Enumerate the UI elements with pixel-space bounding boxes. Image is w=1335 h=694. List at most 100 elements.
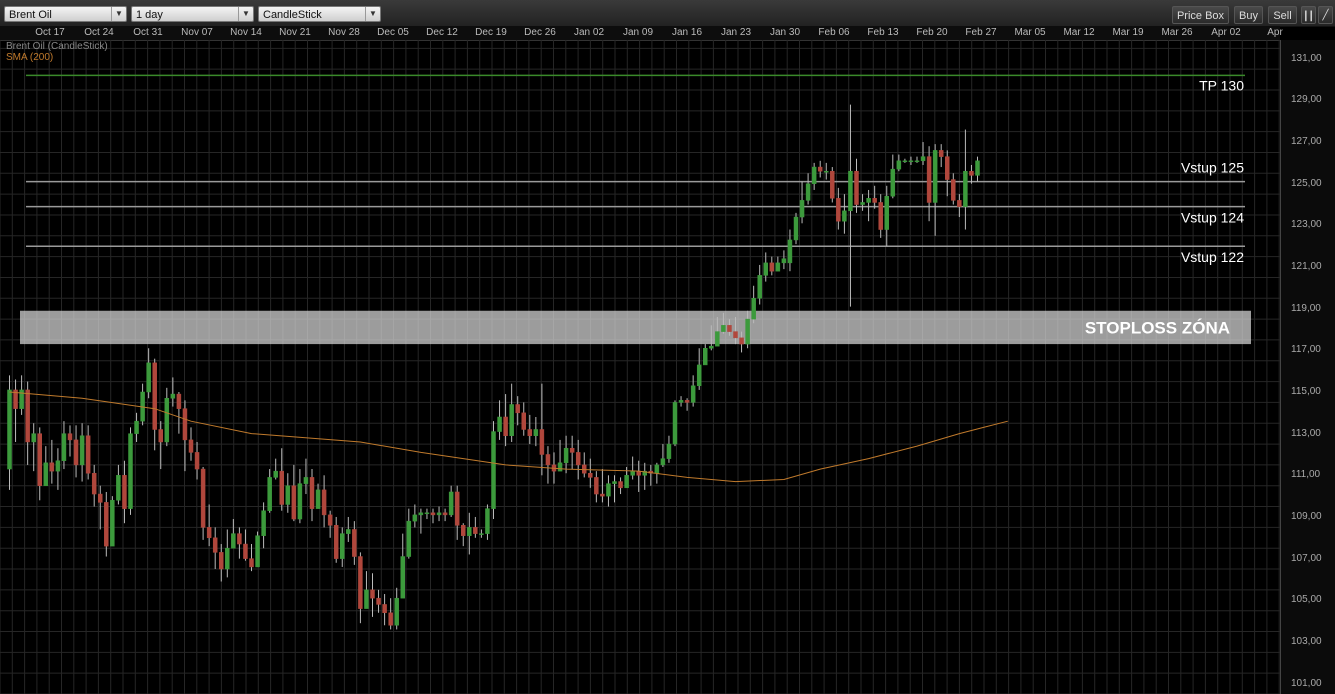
buy-button[interactable]: Buy [1234,6,1263,24]
candle-down [122,475,127,509]
candle-up [751,298,756,320]
candle-down [243,543,248,559]
candle-up [654,464,660,474]
candle-up [110,500,115,547]
entry-label: Vstup 122 [1181,249,1244,265]
candle-down [830,170,835,199]
candle-down [503,416,508,436]
x-tick-label: Oct 24 [84,27,114,38]
candle-down [951,179,956,201]
candle-down [739,337,744,345]
candle-up [715,331,720,347]
candle-down [769,262,775,272]
candle-up [557,462,563,472]
indicator-icon[interactable]: ┃┃ [1301,6,1316,24]
candle-up [485,508,490,534]
candle-up [811,166,817,184]
candle-down [854,170,859,205]
candle-up [890,168,896,197]
candle-down [817,166,823,172]
candle-up [696,364,702,386]
sell-button[interactable]: Sell [1268,6,1297,24]
chart-type-select[interactable]: CandleStick ▼ [258,6,381,22]
stoploss-zone [20,310,1251,345]
candle-up [346,529,351,534]
candle-down [521,412,526,430]
x-tick-label: Nov 28 [328,27,360,38]
candle-down [588,472,593,478]
candle-up [79,435,85,466]
x-tick-label: Jan 30 [769,27,801,38]
candle-up [364,589,369,609]
entry-label: Vstup 125 [1181,160,1244,176]
candle-up [866,198,871,203]
candle-down [49,462,55,472]
candle-down [291,485,297,520]
candle-up [932,150,938,203]
x-tick-label: Apr 02 [1211,27,1241,38]
candle-up [509,404,514,436]
candle-up [31,433,36,443]
candle-up [745,318,750,345]
x-tick-label: Feb 13 [867,27,899,38]
candle-up [781,258,787,264]
chart-type-value: CandleStick [263,9,322,21]
candle-down [237,533,242,545]
y-tick-label: 117,00 [1291,344,1321,356]
candle-up [315,489,321,509]
candle-down [473,527,478,534]
candle-down [575,452,581,466]
candle-up [824,170,829,173]
candle-down [388,612,393,626]
y-tick-label: 125,00 [1291,177,1322,189]
y-tick-label: 131,00 [1291,52,1322,64]
candle-down [98,493,103,503]
candle-down [539,429,545,455]
y-tick-label: 103,00 [1291,635,1322,647]
x-tick-label: Dec 12 [426,27,458,38]
candle-up [848,170,853,212]
chevron-down-icon[interactable]: ▼ [238,7,253,21]
candle-down [442,512,448,516]
candle-up [406,520,412,557]
candle-up [273,470,278,478]
candle-up [678,400,684,403]
candle-down [527,429,533,436]
candle-up [170,393,176,399]
instrument-value: Brent Oil [9,9,52,21]
x-tick-label: Jan 23 [720,27,752,38]
candle-up [261,510,266,536]
candle-down [945,156,950,180]
candle-down [182,408,188,441]
candle-down [618,481,623,489]
candle-up [55,460,61,472]
instrument-select[interactable]: Brent Oil ▼ [4,6,127,22]
chevron-down-icon[interactable]: ▼ [365,7,380,21]
candle-up [128,433,133,509]
price-box-button[interactable]: Price Box [1172,6,1229,24]
candle-up [793,216,799,241]
candle-up [297,483,303,520]
draw-line-icon[interactable]: ╱ [1318,6,1333,24]
candle-up [424,512,430,515]
candle-up [799,200,805,218]
candle-down [878,202,883,230]
x-tick-label: Nov 14 [230,27,262,38]
candle-up [43,462,49,486]
timeframe-select[interactable]: 1 day ▼ [131,6,254,22]
x-tick-label: Feb 06 [818,27,850,38]
candle-up [116,475,121,501]
candle-down [206,527,212,539]
candle-up [436,512,442,516]
y-tick-label: 107,00 [1291,552,1322,564]
series-legend: Brent Oil (CandleStick) [6,41,108,52]
x-axis: Oct 17 Oct 24 Oct 31 Nov 07 Nov 14 Nov 21 Nov … [0,26,1283,41]
price-chart[interactable]: STOPLOSS ZÓNA TP 130 Vstup 125 Vstup 124 Vst… [0,40,1280,694]
candle-up [787,239,793,264]
candle-up [721,325,726,332]
candle-up [448,491,454,516]
candle-up [418,512,424,516]
chevron-down-icon[interactable]: ▼ [111,7,126,21]
candle-up [914,160,920,163]
candle-down [454,491,460,526]
